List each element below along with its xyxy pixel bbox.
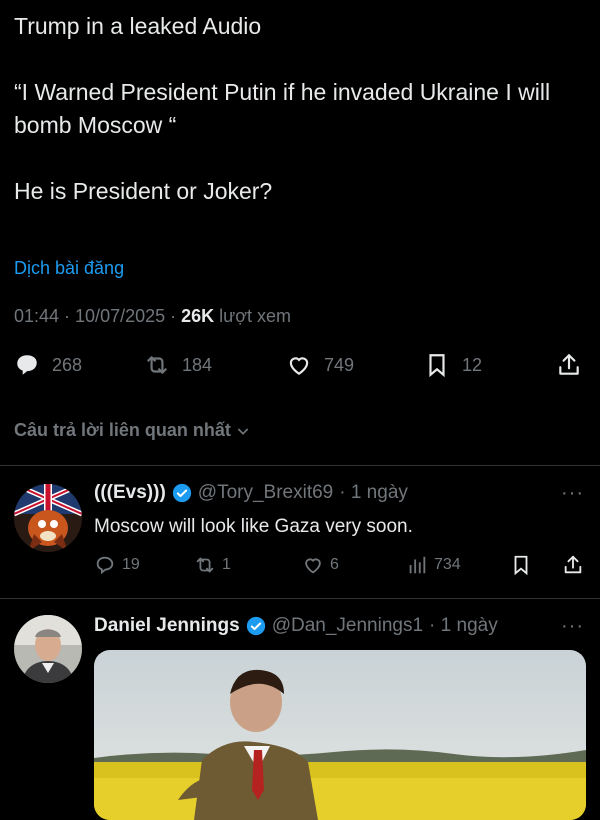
share-icon	[564, 555, 582, 574]
reply-icon	[96, 556, 114, 575]
reply-header: (((Evs))) @Tory_Brexit69 · 1 ngày	[94, 482, 408, 504]
post-line-1: Trump in a leaked Audio	[14, 13, 262, 39]
repost-button[interactable]: 184	[144, 352, 212, 378]
repost-icon	[196, 557, 214, 573]
repost-icon	[147, 356, 167, 374]
bookmark-icon	[514, 555, 528, 576]
reply-repost-button[interactable]: 1	[194, 554, 231, 576]
reply-item[interactable]: (((Evs))) @Tory_Brexit69 · 1 ngày ··· Mo…	[0, 466, 600, 598]
reply-bookmark-button[interactable]	[510, 554, 532, 576]
bookmark-count: 12	[462, 354, 483, 375]
bookmark-icon	[429, 354, 445, 378]
chevron-down-icon	[237, 427, 249, 435]
post-timestamp[interactable]: 01:44 · 10/07/2025 ·	[14, 306, 181, 326]
verified-badge-icon	[246, 616, 265, 636]
more-options-button[interactable]: ···	[561, 482, 584, 505]
reply-share-button[interactable]	[562, 554, 584, 576]
reply-media-image[interactable]	[94, 650, 586, 820]
post-action-bar: 268 184 749 12	[0, 352, 600, 388]
reply-sort-selector[interactable]: Câu trả lời liên quan nhất	[14, 420, 251, 441]
avatar[interactable]	[14, 484, 82, 552]
like-button[interactable]: 749	[286, 352, 354, 378]
bookmark-button[interactable]: 12	[424, 352, 482, 378]
post-text: Trump in a leaked Audio “I Warned Presid…	[14, 10, 586, 208]
like-count: 749	[324, 354, 355, 375]
heart-icon	[289, 357, 309, 375]
reply-reply-count: 19	[122, 556, 140, 573]
reply-button[interactable]: 268	[14, 352, 82, 378]
reply-header: Daniel Jennings @Dan_Jennings1 · 1 ngày	[94, 615, 498, 637]
reply-views-count: 734	[434, 556, 461, 573]
post-line-3: He is President or Joker?	[14, 178, 273, 204]
translate-post-link[interactable]: Dịch bài đăng	[14, 258, 124, 279]
reply-views[interactable]: 734	[406, 554, 461, 576]
reply-author-handle[interactable]: @Dan_Jennings1	[272, 615, 423, 637]
reply-icon	[17, 355, 37, 375]
reply-action-bar: 19 1 6 734	[94, 554, 588, 582]
reply-reply-button[interactable]: 19	[94, 554, 140, 576]
reply-time: · 1 ngày	[429, 615, 498, 636]
reply-count: 268	[52, 354, 83, 375]
post-views-count: 26K	[181, 306, 215, 326]
reply-like-button[interactable]: 6	[302, 554, 339, 576]
repost-count: 184	[182, 354, 213, 375]
heart-icon	[305, 558, 321, 574]
reply-author-handle[interactable]: @Tory_Brexit69	[198, 482, 333, 504]
reply-sort-label: Câu trả lời liên quan nhất	[14, 420, 231, 440]
avatar[interactable]	[14, 615, 82, 683]
reply-author-name[interactable]: Daniel Jennings	[94, 615, 240, 637]
post-line-2: “I Warned President Putin if he invaded …	[14, 79, 551, 138]
reply-text: Moscow will look like Gaza very soon.	[94, 516, 413, 537]
share-icon	[559, 354, 579, 375]
reply-author-name[interactable]: (((Evs)))	[94, 482, 166, 504]
post-views-label: lượt xem	[214, 306, 292, 326]
share-button[interactable]	[556, 352, 582, 378]
verified-badge-icon	[172, 483, 191, 503]
reply-time: · 1 ngày	[339, 482, 408, 503]
post-body: Trump in a leaked Audio “I Warned Presid…	[14, 10, 586, 208]
more-options-button[interactable]: ···	[561, 615, 584, 638]
analytics-icon	[409, 556, 426, 574]
post-meta: 01:44 · 10/07/2025 · 26K lượt xem	[14, 306, 291, 327]
reply-repost-count: 1	[222, 556, 231, 573]
reply-like-count: 6	[330, 556, 339, 573]
